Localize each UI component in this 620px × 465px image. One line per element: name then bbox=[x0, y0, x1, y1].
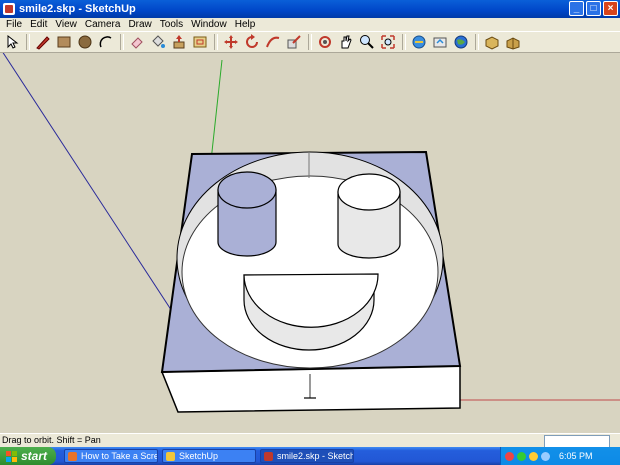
firefox-icon bbox=[68, 452, 77, 461]
move-icon bbox=[224, 35, 238, 49]
taskbar-item-label: SketchUp bbox=[179, 451, 219, 461]
menu-view[interactable]: View bbox=[51, 19, 81, 30]
main-toolbar bbox=[0, 31, 620, 53]
block-front-face bbox=[160, 365, 461, 413]
taskbar-clock[interactable]: 6:05 PM bbox=[559, 451, 593, 461]
push-pull-tool-button[interactable] bbox=[169, 33, 189, 51]
circle-tool-button[interactable] bbox=[75, 33, 95, 51]
eraser-tool-button[interactable] bbox=[127, 33, 147, 51]
taskbar-item-browser[interactable]: How to Take a Scree... bbox=[64, 449, 158, 463]
components-icon bbox=[485, 36, 499, 50]
tray-volume-icon[interactable] bbox=[541, 451, 550, 461]
menu-help[interactable]: Help bbox=[231, 19, 260, 30]
rectangle-tool-button[interactable] bbox=[54, 33, 74, 51]
taskbar-item-label: smile2.skp - SketchUp bbox=[277, 451, 353, 461]
pan-icon bbox=[341, 35, 352, 49]
left-eye-top bbox=[217, 171, 277, 209]
pan-tool-button[interactable] bbox=[336, 33, 356, 51]
start-button[interactable]: start bbox=[0, 447, 56, 465]
offset-tool-button[interactable] bbox=[190, 33, 210, 51]
menu-file[interactable]: File bbox=[2, 19, 26, 30]
rectangle-icon bbox=[57, 36, 71, 48]
arc-tool-button[interactable] bbox=[96, 33, 116, 51]
maximize-button[interactable]: □ bbox=[586, 1, 601, 16]
menu-bar: File Edit View Camera Draw Tools Window … bbox=[0, 18, 620, 31]
share-model-icon bbox=[433, 37, 447, 48]
make-component-button[interactable] bbox=[503, 33, 523, 51]
paint-bucket-icon bbox=[152, 35, 165, 48]
window-title: smile2.skp - SketchUp bbox=[19, 3, 136, 15]
scale-tool-button[interactable] bbox=[284, 33, 304, 51]
minimize-button[interactable]: _ bbox=[569, 1, 584, 16]
paint-tool-button[interactable] bbox=[148, 33, 168, 51]
select-arrow-icon bbox=[7, 34, 19, 49]
get-models-icon bbox=[412, 35, 426, 49]
status-bar: Drag to orbit. Shift = Pan bbox=[0, 433, 620, 448]
taskbar-item-label: How to Take a Scree... bbox=[81, 451, 158, 461]
follow-me-tool-button[interactable] bbox=[263, 33, 283, 51]
components-button[interactable] bbox=[482, 33, 502, 51]
sketchup-app-icon bbox=[3, 3, 15, 15]
line-tool-button[interactable] bbox=[33, 33, 53, 51]
scale-icon bbox=[287, 35, 301, 49]
toolbar-separator bbox=[214, 34, 218, 50]
google-earth-icon bbox=[454, 35, 468, 49]
zoom-extents-tool-button[interactable] bbox=[378, 33, 398, 51]
model-viewport[interactable] bbox=[0, 53, 620, 433]
menu-edit[interactable]: Edit bbox=[26, 19, 51, 30]
menu-draw[interactable]: Draw bbox=[124, 19, 155, 30]
start-label: start bbox=[21, 449, 48, 463]
orbit-icon bbox=[319, 36, 331, 48]
pencil-line-icon bbox=[36, 36, 50, 50]
window-controls: _ □ × bbox=[569, 1, 618, 16]
taskbar-item-sketchup[interactable]: smile2.skp - SketchUp bbox=[260, 449, 354, 463]
tray-security-icon[interactable] bbox=[505, 451, 514, 461]
arc-icon bbox=[99, 36, 112, 48]
get-models-button[interactable] bbox=[409, 33, 429, 51]
push-pull-icon bbox=[173, 35, 185, 49]
menu-camera[interactable]: Camera bbox=[81, 19, 125, 30]
windows-logo-icon bbox=[6, 450, 17, 462]
eraser-icon bbox=[131, 37, 143, 49]
circle-icon bbox=[78, 35, 92, 49]
menu-tools[interactable]: Tools bbox=[156, 19, 187, 30]
close-button[interactable]: × bbox=[603, 1, 618, 16]
google-earth-button[interactable] bbox=[451, 33, 471, 51]
sketchup-icon bbox=[264, 452, 273, 461]
smiley-model-drawing bbox=[2, 53, 620, 413]
folder-icon bbox=[166, 452, 175, 461]
right-eye-top bbox=[337, 173, 401, 211]
toolbar-separator bbox=[402, 34, 406, 50]
tray-alert-icon[interactable] bbox=[529, 451, 538, 461]
move-tool-button[interactable] bbox=[221, 33, 241, 51]
toolbar-separator bbox=[475, 34, 479, 50]
zoom-extents-icon bbox=[381, 35, 395, 49]
orbit-tool-button[interactable] bbox=[315, 33, 335, 51]
status-hint: Drag to orbit. Shift = Pan bbox=[2, 435, 101, 445]
share-model-button[interactable] bbox=[430, 33, 450, 51]
menu-window[interactable]: Window bbox=[187, 19, 231, 30]
taskbar-item-folder[interactable]: SketchUp bbox=[162, 449, 256, 463]
toolbar-separator bbox=[26, 34, 30, 50]
tray-network-icon[interactable] bbox=[517, 451, 526, 461]
make-component-icon bbox=[506, 37, 520, 50]
zoom-tool-button[interactable] bbox=[357, 33, 377, 51]
follow-me-icon bbox=[266, 36, 280, 48]
toolbar-separator bbox=[308, 34, 312, 50]
title-bar: smile2.skp - SketchUp _ □ × bbox=[0, 0, 620, 18]
system-tray: 6:05 PM bbox=[500, 447, 620, 465]
toolbar-separator bbox=[120, 34, 124, 50]
select-tool-button[interactable] bbox=[2, 33, 22, 51]
zoom-icon bbox=[360, 35, 374, 49]
windows-taskbar: start How to Take a Scree... SketchUp sm… bbox=[0, 447, 620, 465]
rotate-icon bbox=[246, 34, 258, 48]
rotate-tool-button[interactable] bbox=[242, 33, 262, 51]
offset-icon bbox=[193, 36, 207, 48]
